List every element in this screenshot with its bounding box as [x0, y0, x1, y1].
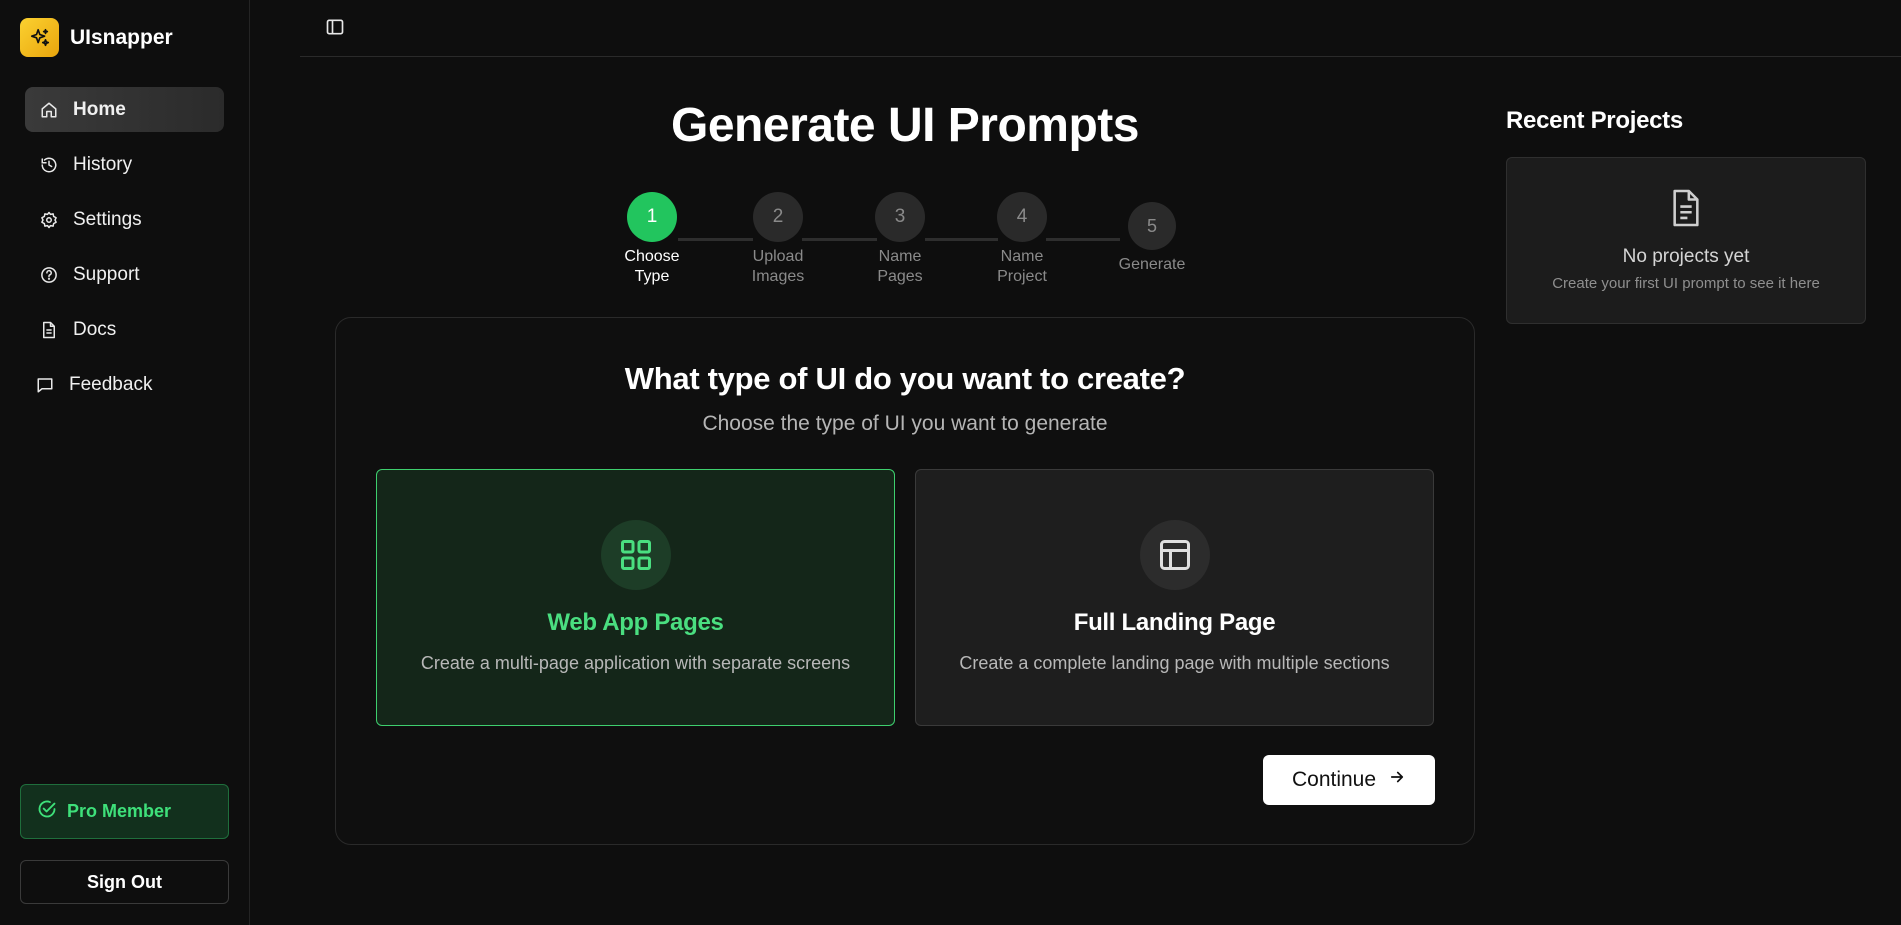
sidebar-nav: Home History Settings Support Docs Feedb…: [25, 87, 224, 417]
option-title: Full Landing Page: [1073, 609, 1276, 636]
sidebar-item-history[interactable]: History: [25, 142, 224, 187]
step-number: 3: [875, 192, 925, 242]
option-full-landing-page[interactable]: Full Landing Page Create a complete land…: [915, 469, 1434, 726]
step-label: Upload Images: [751, 248, 805, 285]
step-label: Generate: [1118, 256, 1186, 273]
sidebar-item-settings[interactable]: Settings: [25, 197, 224, 242]
step-label: Name Pages: [877, 248, 923, 285]
step-number: 5: [1128, 202, 1176, 250]
option-title: Web App Pages: [547, 609, 724, 636]
step-number: 2: [753, 192, 803, 242]
sidebar-item-feedback[interactable]: Feedback: [25, 362, 224, 407]
option-web-app-pages[interactable]: Web App Pages Create a multi-page applic…: [376, 469, 895, 726]
file-text-icon: [1669, 188, 1703, 233]
option-description: Create a multi-page application with sep…: [420, 653, 851, 673]
empty-state-subtitle: Create your first UI prompt to see it he…: [1552, 275, 1820, 292]
sidebar-item-home[interactable]: Home: [25, 87, 224, 132]
gear-icon: [39, 210, 59, 230]
recent-projects-title: Recent Projects: [1506, 107, 1683, 134]
pro-member-badge: Pro Member: [20, 784, 229, 839]
option-description: Create a complete landing page with mult…: [959, 653, 1390, 673]
grid-icon: [600, 520, 671, 590]
step-label: Name Project: [997, 248, 1047, 285]
sidebar: UIsnapper Home History Settings Support: [0, 0, 250, 925]
document-icon: [39, 320, 59, 340]
step-3[interactable]: 3 Name Pages: [855, 192, 945, 287]
sidebar-item-label: Support: [73, 263, 140, 285]
step-label: Choose Type: [624, 248, 680, 285]
continue-label: Continue: [1291, 768, 1377, 791]
sidebar-item-label: Home: [73, 98, 126, 120]
empty-state-title: No projects yet: [1622, 246, 1750, 267]
sparkles-icon: [20, 18, 59, 57]
step-1[interactable]: 1 Choose Type: [607, 192, 697, 287]
page-title: Generate UI Prompts: [671, 99, 1139, 152]
step-4[interactable]: 4 Name Project: [977, 192, 1067, 287]
history-icon: [39, 155, 59, 175]
step-number: 4: [997, 192, 1047, 242]
step-2[interactable]: 2 Upload Images: [733, 192, 823, 287]
help-circle-icon: [39, 265, 59, 285]
step-5[interactable]: 5 Generate: [1107, 202, 1197, 275]
step-number: 1: [627, 192, 677, 242]
arrow-right-icon: [1388, 768, 1406, 792]
sign-out-button[interactable]: Sign Out: [20, 860, 229, 904]
ui-type-card: What type of UI do you want to create? C…: [335, 317, 1475, 845]
continue-button[interactable]: Continue: [1263, 755, 1435, 805]
check-circle-icon: [37, 799, 57, 824]
sidebar-item-docs[interactable]: Docs: [25, 307, 224, 352]
layout-icon: [1139, 520, 1210, 590]
question-subtitle: Choose the type of UI you want to genera…: [702, 412, 1108, 435]
sidebar-toggle-icon[interactable]: [325, 17, 345, 37]
sidebar-item-label: Docs: [73, 318, 117, 340]
sidebar-item-label: Feedback: [69, 373, 153, 395]
brand-name: UIsnapper: [70, 25, 173, 49]
sidebar-item-label: Settings: [73, 208, 142, 230]
top-bar: [300, 0, 1901, 57]
question-title: What type of UI do you want to create?: [624, 361, 1186, 396]
message-icon: [35, 375, 55, 395]
pro-member-label: Pro Member: [67, 801, 172, 821]
brand[interactable]: UIsnapper: [20, 18, 173, 57]
home-icon: [39, 100, 59, 120]
recent-projects-empty: No projects yet Create your first UI pro…: [1506, 157, 1866, 324]
sidebar-item-label: History: [73, 153, 133, 175]
sidebar-item-support[interactable]: Support: [25, 252, 224, 297]
